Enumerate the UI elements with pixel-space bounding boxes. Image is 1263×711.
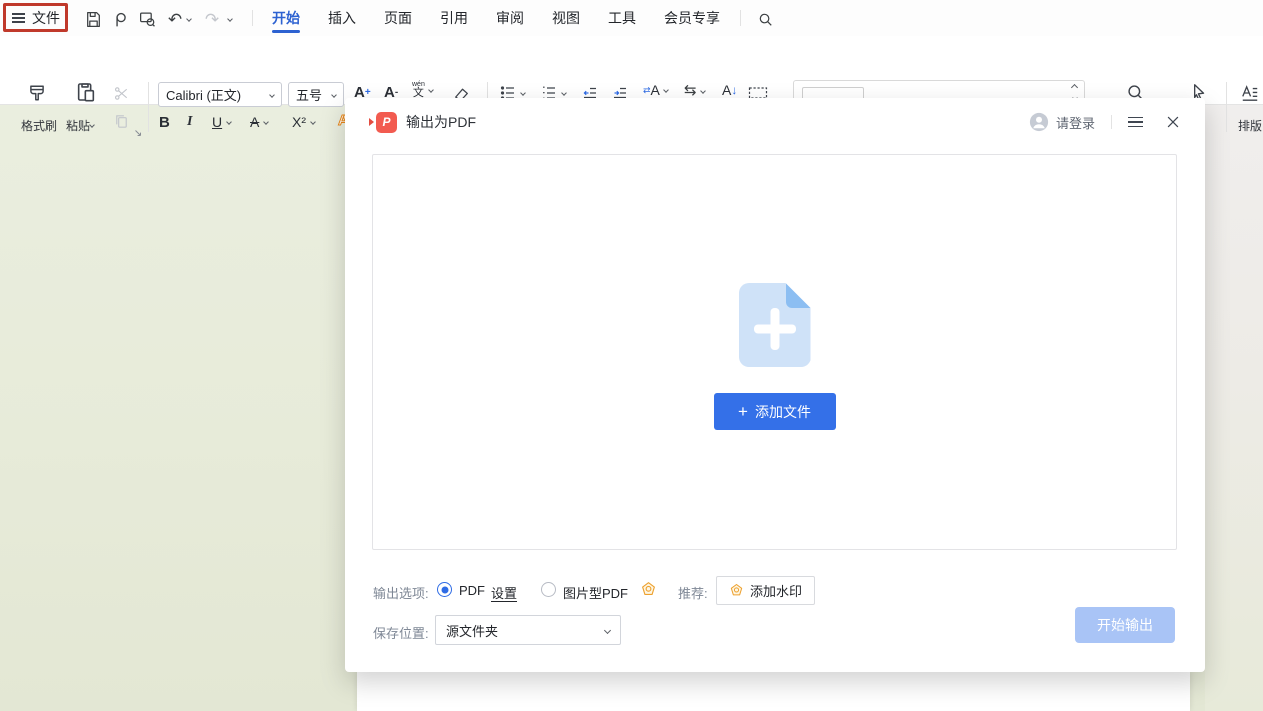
redo-icon[interactable]: ↷ [201, 8, 223, 30]
layout-tool-label[interactable]: 排版 [1238, 117, 1262, 134]
tab-insert[interactable]: 插入 [328, 0, 356, 36]
image-pdf-radio-label[interactable]: 图片型PDF [563, 583, 628, 602]
dialog-header: P 输出为PDF 请登录 [345, 98, 1205, 146]
header-divider [1111, 115, 1112, 129]
add-file-button[interactable]: + 添加文件 [714, 393, 836, 430]
cut-icon[interactable] [113, 85, 130, 102]
start-export-button[interactable]: 开始输出 [1075, 607, 1175, 643]
select-chevron-icon [604, 626, 611, 633]
ribbon-tabs: 开始 插入 页面 引用 审阅 视图 工具 会员专享 [272, 0, 720, 36]
document-area-right [1205, 105, 1263, 711]
pdf-radio[interactable] [437, 582, 452, 597]
output-options-label: 输出选项: [373, 583, 429, 602]
document-page [357, 672, 1190, 711]
font-family-select[interactable]: Calibri (正文) [158, 82, 282, 107]
bold-icon[interactable]: B [159, 115, 170, 130]
clipboard-launcher-icon[interactable] [133, 128, 143, 138]
pdf-badge-icon: P [369, 112, 397, 133]
add-watermark-label: 添加水印 [750, 581, 802, 600]
format-painter-label[interactable]: 格式刷 [18, 117, 60, 134]
print-preview-icon[interactable] [136, 8, 158, 30]
ribbon-toolbar: 格式刷 粘贴 Calibri (正文) [0, 36, 1263, 105]
image-pdf-radio[interactable] [541, 582, 556, 597]
add-file-icon [739, 283, 811, 367]
dialog-menu-icon[interactable] [1128, 114, 1143, 131]
pdf-radio-label[interactable]: PDF [459, 583, 485, 598]
italic-icon[interactable]: I [187, 115, 192, 129]
tab-member[interactable]: 会员专享 [664, 0, 720, 36]
styles-scroll-up-icon[interactable] [1071, 84, 1078, 91]
paste-icon[interactable] [74, 80, 98, 104]
font-size-value: 五号 [296, 85, 322, 104]
tab-home[interactable]: 开始 [272, 0, 300, 36]
save-location-value: 源文件夹 [446, 621, 498, 640]
save-location-label: 保存位置: [373, 623, 429, 642]
layout-tool-icon[interactable] [1240, 83, 1260, 103]
add-watermark-button[interactable]: 添加水印 [716, 576, 815, 605]
avatar-icon[interactable] [1029, 112, 1049, 132]
file-menu-button[interactable]: 文件 [12, 6, 60, 30]
ribbon-divider-3 [1226, 82, 1227, 132]
add-file-label: 添加文件 [755, 402, 811, 422]
copy-icon[interactable] [113, 113, 130, 130]
tab-page[interactable]: 页面 [384, 0, 412, 36]
sort-icon[interactable]: A ↓ [722, 83, 737, 97]
redo-dropdown-icon[interactable] [224, 8, 236, 30]
font-size-select[interactable]: 五号 [288, 82, 344, 107]
export-pdf-icon[interactable] [110, 8, 132, 30]
tab-view[interactable]: 视图 [552, 0, 580, 36]
dialog-title: 输出为PDF [406, 112, 476, 132]
menu-bar: 文件 ↶ ↷ 开始 插入 页面 引 [0, 0, 1263, 36]
text-direction-icon[interactable]: ⇄ A [643, 83, 668, 97]
phonetic-guide-icon[interactable]: wén 文 [412, 81, 433, 99]
format-painter-icon[interactable] [26, 82, 48, 104]
tab-tools[interactable]: 工具 [608, 0, 636, 36]
superscript-icon[interactable]: X² [292, 115, 315, 129]
member-badge-icon [640, 581, 657, 598]
undo-dropdown-icon[interactable] [183, 8, 195, 30]
search-icon[interactable] [754, 8, 776, 30]
recommend-label: 推荐: [678, 583, 708, 602]
underline-icon[interactable]: U [212, 115, 231, 129]
save-icon[interactable] [82, 8, 104, 30]
font-family-value: Calibri (正文) [166, 85, 241, 104]
wps-writer-window: 文件 ↶ ↷ 开始 插入 页面 引 [0, 0, 1263, 711]
tab-review[interactable]: 审阅 [496, 0, 524, 36]
login-link[interactable]: 请登录 [1056, 113, 1095, 132]
pdf-settings-link[interactable]: 设置 [491, 583, 517, 602]
tab-reference[interactable]: 引用 [440, 0, 468, 36]
file-drop-zone[interactable]: + 添加文件 [372, 154, 1177, 550]
dialog-header-right: 请登录 [1029, 112, 1181, 132]
strikethrough-icon[interactable]: A [250, 115, 268, 129]
wrap-direction-icon[interactable]: ⇆ [684, 83, 705, 98]
pdf-badge-arrow-icon [369, 118, 374, 126]
ribbon-divider-1 [148, 82, 149, 132]
menubar-divider-2 [740, 10, 741, 26]
paste-button[interactable]: 粘贴 [66, 117, 94, 135]
plus-icon: + [738, 403, 748, 420]
paste-label: 粘贴 [66, 119, 90, 133]
menubar-divider [252, 10, 253, 26]
close-icon[interactable] [1165, 114, 1181, 130]
hamburger-icon [12, 11, 25, 25]
export-pdf-dialog: P 输出为PDF 请登录 [345, 98, 1205, 672]
file-menu-label: 文件 [32, 8, 60, 28]
save-location-select[interactable]: 源文件夹 [435, 615, 621, 645]
page-fold-icon [786, 283, 811, 308]
